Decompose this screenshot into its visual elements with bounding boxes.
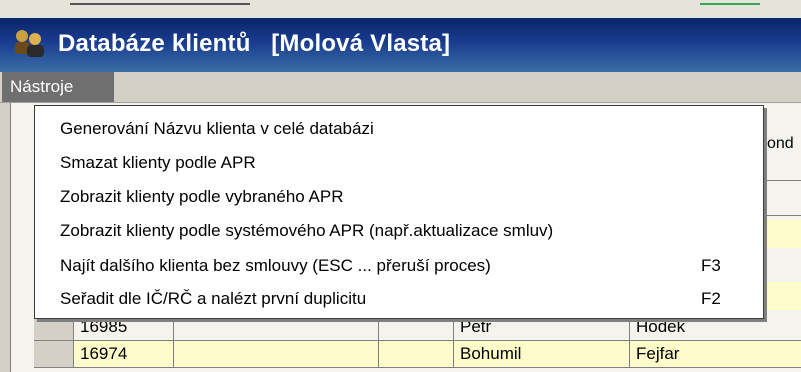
users-icon [12, 28, 46, 58]
menu-item-sort-find-duplicate[interactable]: Seřadit dle IČ/RČ a nalézt první duplici… [60, 284, 366, 314]
window-title: Databáze klientů [Molová Vlasta] [58, 30, 451, 57]
cell-last-name: Fejfar [630, 341, 801, 367]
menu-item-generate-names[interactable]: Generování Názvu klienta v celé databázi [60, 114, 374, 144]
window-top-strip [0, 0, 801, 18]
cut-off-indicator [700, 3, 760, 5]
cell-id: 16974 [74, 341, 174, 367]
menu-item-delete-by-apr[interactable]: Smazat klienty podle APR [60, 148, 256, 178]
menu-item-show-selected-apr[interactable]: Zobrazit klienty podle vybraného APR [60, 182, 344, 212]
partial-cell [764, 282, 801, 310]
shortcut-f3: F3 [701, 256, 721, 275]
shortcut-f2: F2 [701, 289, 721, 308]
menu-item-show-system-apr[interactable]: Zobrazit klienty podle systémového APR (… [60, 216, 553, 246]
cut-off-text [70, 3, 250, 5]
left-frame [0, 103, 11, 372]
row-header[interactable] [34, 341, 74, 367]
cell-empty [174, 341, 379, 367]
partial-cell [764, 220, 801, 248]
table-row[interactable]: 16974 Bohumil Fejfar [34, 341, 801, 368]
menu-nastroje[interactable]: Nástroje [2, 72, 114, 102]
title-bar[interactable]: Databáze klientů [Molová Vlasta] [0, 18, 801, 72]
partial-header [764, 180, 801, 216]
partial-column-label: ond [767, 135, 794, 152]
cell-first-name: Bohumil [454, 341, 630, 367]
current-user: [Molová Vlasta] [271, 30, 451, 57]
cell-empty [379, 341, 454, 367]
menu-bar: Nástroje [0, 72, 801, 103]
menu-item-find-without-contract[interactable]: Najít dalšího klienta bez smlouvy (ESC .… [60, 251, 491, 281]
tools-dropdown-menu: Generování Názvu klienta v celé databázi… [34, 105, 764, 319]
